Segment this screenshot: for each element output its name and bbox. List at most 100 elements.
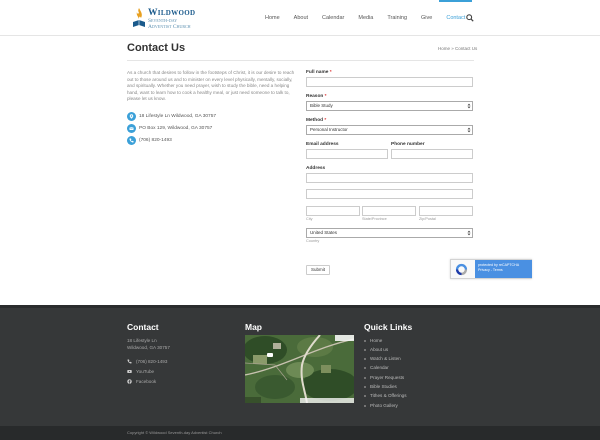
contact-address-text: 18 Lifestyle Ln Wildwood, GA 30757 xyxy=(139,114,217,119)
bullet-icon xyxy=(364,394,366,397)
intro-text: As a church that desires to follow in th… xyxy=(127,70,295,101)
footer-facebook-link[interactable]: Facebook xyxy=(136,379,156,384)
title-divider xyxy=(127,60,474,61)
reason-label: Reason * xyxy=(306,94,327,99)
method-select-value: Personal Instructor xyxy=(310,127,348,132)
state-sublabel: State/Province xyxy=(362,217,387,221)
quick-link-home[interactable]: Home xyxy=(364,336,382,345)
footer-map[interactable] xyxy=(245,335,354,403)
footer-facebook[interactable]: Facebook xyxy=(127,378,156,385)
bullet-icon xyxy=(364,339,366,342)
recaptcha-badge[interactable]: protected by reCAPTCHA Privacy - Terms xyxy=(450,259,532,279)
reason-select-value: Bible Study xyxy=(310,103,333,108)
bullet-icon xyxy=(364,348,366,351)
site-header: Wildwood Seventh-day Adventist Church Ho… xyxy=(0,0,600,36)
nav-media[interactable]: Media xyxy=(351,0,380,36)
youtube-icon xyxy=(127,370,132,373)
map-marker-icon xyxy=(127,112,136,121)
method-select[interactable]: Personal Instructor xyxy=(306,125,473,135)
footer-phone-text: (706) 820-1493 xyxy=(136,359,168,364)
quick-link-label[interactable]: Home xyxy=(370,338,382,343)
recaptcha-privacy-links[interactable]: Privacy - Terms xyxy=(478,268,529,273)
nav-give[interactable]: Give xyxy=(414,0,439,36)
country-select[interactable]: United States xyxy=(306,228,473,238)
city-sublabel: City xyxy=(306,217,313,221)
email-input[interactable] xyxy=(306,149,388,159)
page-title: Contact Us xyxy=(127,42,186,54)
country-select-value: United States xyxy=(310,230,338,235)
contact-address: 18 Lifestyle Ln Wildwood, GA 30757 xyxy=(127,112,216,121)
quick-link-label[interactable]: About us xyxy=(370,347,388,352)
quick-link-label[interactable]: Watch & Listen xyxy=(370,356,401,361)
nav-about[interactable]: About xyxy=(287,0,315,36)
facebook-icon xyxy=(127,379,132,384)
breadcrumb[interactable]: Home » Contact Us xyxy=(438,46,477,51)
flame-book-logo-icon xyxy=(133,8,145,27)
state-input[interactable] xyxy=(362,206,416,216)
quick-link-tithes-offerings[interactable]: Tithes & Offerings xyxy=(364,391,407,400)
city-input[interactable] xyxy=(306,206,360,216)
copyright-text: Copyright © Wildwood Seventh-day Adventi… xyxy=(127,430,222,435)
bullet-icon xyxy=(364,404,366,407)
nav-training[interactable]: Training xyxy=(380,0,414,36)
reason-select[interactable]: Bible Study xyxy=(306,101,473,111)
nav-home[interactable]: Home xyxy=(258,0,287,36)
footer-youtube-link[interactable]: YouTube xyxy=(136,369,154,374)
full-name-input[interactable] xyxy=(306,77,473,87)
select-arrows-icon xyxy=(467,127,471,133)
bullet-icon xyxy=(364,385,366,388)
quick-link-calendar[interactable]: Calendar xyxy=(364,363,389,372)
footer-address-line-2: Wildwood, GA 30757 xyxy=(127,344,170,350)
footer-youtube[interactable]: YouTube xyxy=(127,368,154,375)
phone-label: Phone number xyxy=(391,142,425,147)
quick-link-watch-listen[interactable]: Watch & Listen xyxy=(364,354,401,363)
method-label: Method * xyxy=(306,118,327,123)
address-label: Address xyxy=(306,166,326,171)
quick-link-label[interactable]: Tithes & Offerings xyxy=(370,393,407,398)
footer-phone: (706) 820-1493 xyxy=(127,358,167,365)
zip-input[interactable] xyxy=(419,206,473,216)
envelope-icon xyxy=(127,124,136,133)
quick-link-label[interactable]: Photo Gallery xyxy=(370,403,398,408)
contact-phone-text: (706) 820-1493 xyxy=(139,138,172,143)
bullet-icon xyxy=(364,357,366,360)
quick-link-about[interactable]: About us xyxy=(364,345,388,354)
quick-link-photo-gallery[interactable]: Photo Gallery xyxy=(364,401,398,410)
search-icon[interactable] xyxy=(466,14,474,22)
recaptcha-panel: protected by reCAPTCHA Privacy - Terms xyxy=(475,260,532,278)
full-name-label: Full name * xyxy=(306,70,332,75)
footer-contact-title: Contact xyxy=(127,322,159,332)
quick-link-bible-studies[interactable]: Bible Studies xyxy=(364,382,397,391)
logo-title: Wildwood xyxy=(148,8,196,18)
phone-icon xyxy=(127,136,136,145)
select-arrows-icon xyxy=(467,230,471,236)
select-arrows-icon xyxy=(467,103,471,109)
satellite-map-image xyxy=(245,335,354,403)
submit-button[interactable]: Submit xyxy=(306,265,330,275)
quick-link-label[interactable]: Prayer Requests xyxy=(370,375,404,380)
footer-address: 18 Lifestyle Ln Wildwood, GA 30757 xyxy=(127,338,170,351)
quick-link-prayer-requests[interactable]: Prayer Requests xyxy=(364,373,404,382)
copyright-bar: Copyright © Wildwood Seventh-day Adventi… xyxy=(0,426,600,440)
contact-pobox-text: PO Box 129, Wildwood, GA 30757 xyxy=(139,126,213,131)
email-label: Email address xyxy=(306,142,339,147)
main-nav: Home About Calendar Media Training Give … xyxy=(258,0,473,36)
country-sublabel: Country xyxy=(306,239,320,243)
quick-link-label[interactable]: Bible Studies xyxy=(370,384,397,389)
recaptcha-icon xyxy=(455,263,468,276)
contact-pobox: PO Box 129, Wildwood, GA 30757 xyxy=(127,124,212,133)
phone-icon xyxy=(127,359,132,364)
address-line-2-input[interactable] xyxy=(306,189,473,199)
nav-calendar[interactable]: Calendar xyxy=(315,0,351,36)
site-logo[interactable]: Wildwood Seventh-day Adventist Church xyxy=(132,6,212,30)
footer-map-title: Map xyxy=(245,322,262,332)
contact-phone: (706) 820-1493 xyxy=(127,136,172,145)
quick-link-label[interactable]: Calendar xyxy=(370,365,389,370)
zip-sublabel: Zip/Postal xyxy=(419,217,436,221)
bullet-icon xyxy=(364,376,366,379)
footer-quick-links-title: Quick Links xyxy=(364,322,413,332)
phone-input[interactable] xyxy=(391,149,473,159)
address-line-1-input[interactable] xyxy=(306,173,473,183)
bullet-icon xyxy=(364,366,366,369)
logo-subtitle-2: Adventist Church xyxy=(148,24,191,30)
